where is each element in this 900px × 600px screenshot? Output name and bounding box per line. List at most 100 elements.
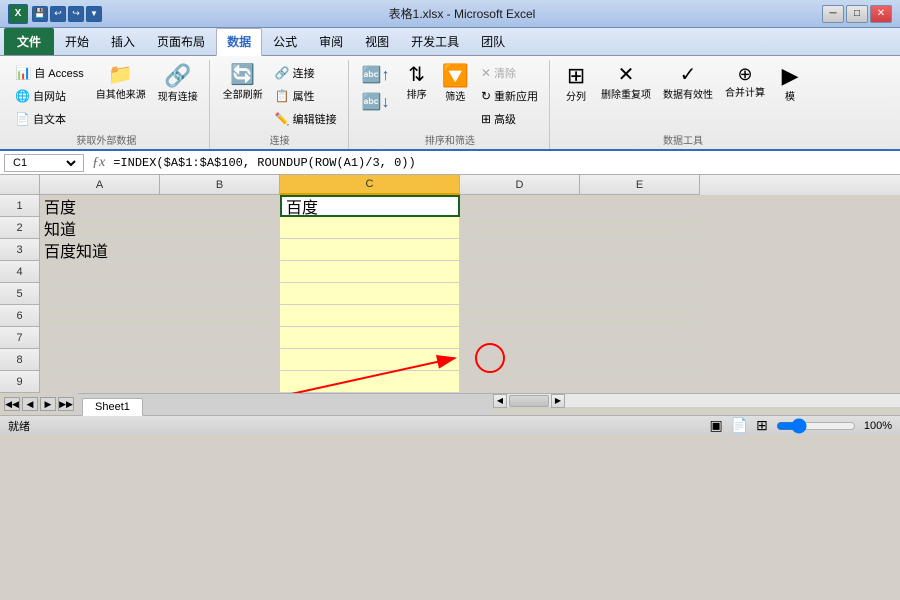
cell-c4[interactable] (280, 261, 460, 283)
access-button[interactable]: 📊 自 Access (10, 62, 89, 84)
name-box-select[interactable]: C1 (9, 156, 79, 170)
row-header-6[interactable]: 6 (0, 305, 40, 327)
row-header-9[interactable]: 9 (0, 371, 40, 393)
sheet-tab-sheet1[interactable]: Sheet1 (82, 398, 143, 416)
row-header-1[interactable]: 1 (0, 195, 40, 217)
cell-e8[interactable] (580, 349, 700, 371)
cell-b7[interactable] (160, 327, 280, 349)
cell-d7[interactable] (460, 327, 580, 349)
row-header-4[interactable]: 4 (0, 261, 40, 283)
tab-insert[interactable]: 插入 (100, 28, 146, 55)
cell-c3[interactable] (280, 239, 460, 261)
tab-data[interactable]: 数据 (216, 28, 262, 56)
cell-c1[interactable]: 百度 (280, 195, 460, 217)
cell-b6[interactable] (160, 305, 280, 327)
view-layout-icon[interactable]: 📄 (731, 417, 748, 434)
cell-d3[interactable] (460, 239, 580, 261)
formula-input[interactable] (113, 156, 896, 170)
tab-formula[interactable]: 公式 (262, 28, 308, 55)
sort-za-button[interactable]: 🔤↓ (357, 89, 395, 115)
cell-a5[interactable] (40, 283, 160, 305)
cell-e2[interactable] (580, 217, 700, 239)
close-button[interactable]: ✕ (870, 5, 892, 23)
name-box[interactable]: C1 (4, 154, 84, 172)
cell-a9[interactable] (40, 371, 160, 393)
row-header-8[interactable]: 8 (0, 349, 40, 371)
cell-b4[interactable] (160, 261, 280, 283)
cell-b5[interactable] (160, 283, 280, 305)
connect-button[interactable]: 🔗 连接 (270, 62, 342, 84)
horizontal-scrollbar[interactable]: ◀ ▶ (493, 393, 900, 407)
cell-d1[interactable] (460, 195, 580, 217)
row-header-3[interactable]: 3 (0, 239, 40, 261)
cell-e4[interactable] (580, 261, 700, 283)
cell-d2[interactable] (460, 217, 580, 239)
row-header-7[interactable]: 7 (0, 327, 40, 349)
cell-e1[interactable] (580, 195, 700, 217)
cell-d5[interactable] (460, 283, 580, 305)
cell-d9[interactable] (460, 371, 580, 393)
cell-c5[interactable] (280, 283, 460, 305)
customize-icon[interactable]: ▼ (86, 6, 102, 22)
row-header-5[interactable]: 5 (0, 283, 40, 305)
tab-file[interactable]: 文件 (4, 28, 54, 55)
cell-a1[interactable]: 百度 (40, 195, 160, 217)
cell-d6[interactable] (460, 305, 580, 327)
data-validate-button[interactable]: ✓ 数据有效性 (658, 62, 718, 104)
zoom-slider[interactable] (776, 419, 856, 433)
cell-c7[interactable] (280, 327, 460, 349)
text-button[interactable]: 📄 自文本 (10, 108, 89, 130)
cell-b8[interactable] (160, 349, 280, 371)
filter-button[interactable]: 🔽 筛选 (437, 62, 474, 106)
cell-e6[interactable] (580, 305, 700, 327)
cell-c2[interactable] (280, 217, 460, 239)
view-pagebreak-icon[interactable]: ⊞ (756, 417, 768, 434)
restore-button[interactable]: □ (846, 5, 868, 23)
other-sources-button[interactable]: 📁 自其他来源 (91, 62, 151, 104)
undo-icon[interactable]: ↩ (50, 6, 66, 22)
edit-links-button[interactable]: ✏️ 编辑链接 (270, 108, 342, 130)
sheet-tab-controls[interactable]: ◀◀ ◀ ▶ ▶▶ (0, 393, 78, 415)
cell-a4[interactable] (40, 261, 160, 283)
remove-duplicates-button[interactable]: ✕ 删除重复项 (596, 62, 656, 104)
reapply-button[interactable]: ↻ 重新应用 (476, 85, 543, 107)
cell-d8[interactable] (460, 349, 580, 371)
sheet-last-button[interactable]: ▶▶ (58, 397, 74, 411)
scroll-left-button[interactable]: ◀ (493, 394, 507, 408)
col-header-e[interactable]: E (580, 175, 700, 195)
existing-connections-button[interactable]: 🔗 现有连接 (153, 62, 203, 106)
h-scrollbar-thumb[interactable] (509, 395, 549, 407)
cell-e7[interactable] (580, 327, 700, 349)
tab-view[interactable]: 视图 (354, 28, 400, 55)
tab-developer[interactable]: 开发工具 (400, 28, 470, 55)
minimize-button[interactable]: ─ (822, 5, 844, 23)
tab-review[interactable]: 审阅 (308, 28, 354, 55)
cell-b9[interactable] (160, 371, 280, 393)
cell-d4[interactable] (460, 261, 580, 283)
web-button[interactable]: 🌐 自网站 (10, 85, 89, 107)
scroll-right-button[interactable]: ▶ (551, 394, 565, 408)
row-header-2[interactable]: 2 (0, 217, 40, 239)
cell-a7[interactable] (40, 327, 160, 349)
cell-c9[interactable] (280, 371, 460, 393)
sort-button[interactable]: ⇅ 排序 (399, 62, 435, 104)
split-columns-button[interactable]: ⊞ 分列 (558, 62, 594, 106)
cell-a2[interactable]: 知道 (40, 217, 160, 239)
tab-page-layout[interactable]: 页面布局 (146, 28, 216, 55)
advanced-button[interactable]: ⊞ 高级 (476, 108, 543, 130)
window-controls[interactable]: ─ □ ✕ (822, 5, 892, 23)
properties-button[interactable]: 📋 属性 (270, 85, 342, 107)
more-button[interactable]: ▶ 模 (772, 62, 808, 106)
tab-team[interactable]: 团队 (470, 28, 516, 55)
cell-b1[interactable] (160, 195, 280, 217)
refresh-all-button[interactable]: 🔄 全部刷新 (218, 62, 268, 104)
cell-b3[interactable] (160, 239, 280, 261)
cell-c6[interactable] (280, 305, 460, 327)
cell-e9[interactable] (580, 371, 700, 393)
view-normal-icon[interactable]: ▣ (709, 417, 722, 434)
col-header-b[interactable]: B (160, 175, 280, 195)
cell-a6[interactable] (40, 305, 160, 327)
tab-home[interactable]: 开始 (54, 28, 100, 55)
sort-az-button[interactable]: 🔤↑ (357, 62, 395, 88)
col-header-d[interactable]: D (460, 175, 580, 195)
